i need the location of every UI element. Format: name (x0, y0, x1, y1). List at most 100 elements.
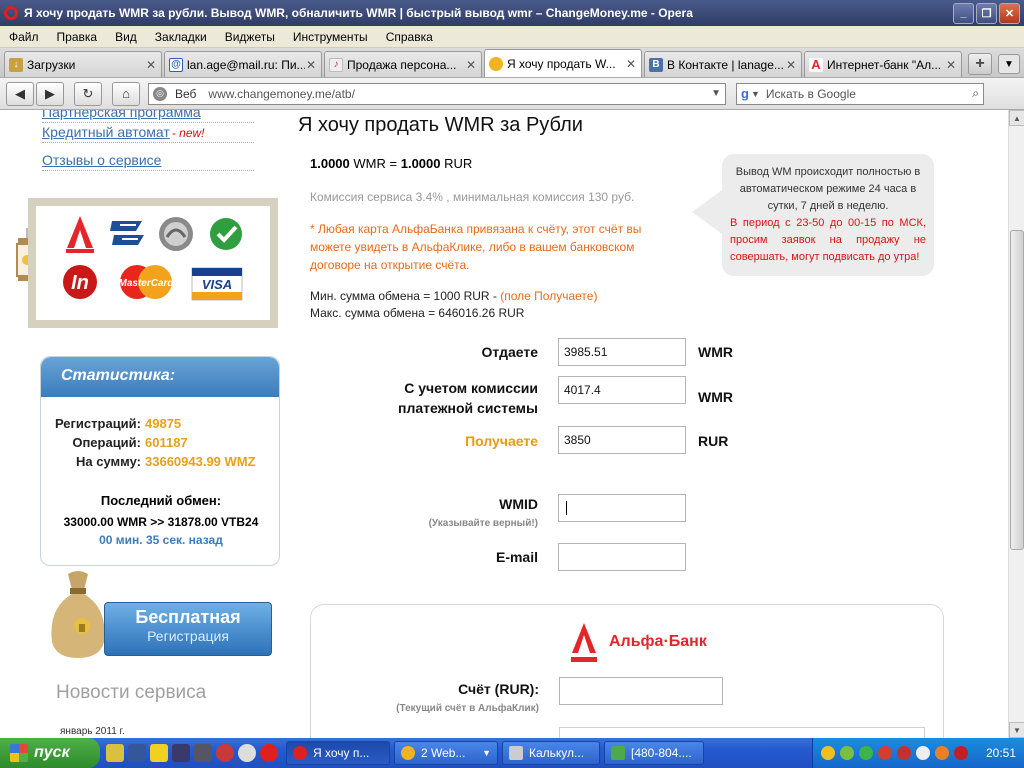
give-amount-input[interactable] (558, 338, 686, 366)
quicklaunch-app-icon[interactable] (150, 744, 168, 762)
menu-view[interactable]: Вид (106, 30, 146, 44)
sidebar-link-label[interactable]: Кредитный автомат (42, 124, 170, 140)
page-scrollbar[interactable]: ▲ ▼ (1008, 110, 1024, 738)
registration-sub-label: Регистрация (147, 628, 229, 644)
menu-tools[interactable]: Инструменты (284, 30, 377, 44)
tab-alfa-bank[interactable]: A Интернет-банк "Ал... ✕ (804, 51, 962, 77)
bubble-warning: В период с 23-50 до 00-15 по МСК, просим… (730, 217, 926, 263)
tray-app-icon[interactable] (821, 746, 835, 760)
tray-app-icon[interactable] (916, 746, 930, 760)
get-label: Получаете (465, 433, 538, 449)
tab-list-icon[interactable]: ▼ (998, 54, 1020, 74)
quicklaunch-app-icon[interactable] (106, 744, 124, 762)
chevron-down-icon[interactable]: ▼ (751, 89, 760, 99)
menu-widgets[interactable]: Виджеты (216, 30, 284, 44)
start-label: пуск (34, 744, 70, 761)
quicklaunch-app-icon[interactable] (216, 744, 234, 762)
svg-text:MasterCard: MasterCard (118, 278, 174, 289)
tray-app-icon[interactable] (935, 746, 949, 760)
taskbar-button-editor[interactable]: [480-804.... (604, 741, 704, 765)
close-tab-icon[interactable]: ✕ (945, 58, 957, 72)
max-amount: Макс. сумма обмена = 646016.26 RUR (310, 306, 525, 320)
vtb24-logo-icon[interactable] (104, 214, 148, 254)
rate-left-amount: 1.0000 (310, 156, 350, 171)
google-icon[interactable]: g (741, 86, 749, 101)
alfa-bank-logo-icon[interactable] (58, 214, 102, 254)
maximize-button[interactable]: ❐ (976, 2, 997, 24)
tray-app-icon[interactable] (840, 746, 854, 760)
scroll-thumb[interactable] (1010, 230, 1024, 550)
tray-app-icon[interactable] (859, 746, 873, 760)
scroll-down-icon[interactable]: ▼ (1009, 722, 1024, 738)
quicklaunch-app-icon[interactable] (128, 744, 146, 762)
menu-file[interactable]: Файл (0, 30, 48, 44)
close-tab-icon[interactable]: ✕ (785, 58, 797, 72)
intesa-logo-icon[interactable]: In (58, 262, 102, 302)
sidebar-link-credit[interactable]: Кредитный автомат - new! (42, 124, 254, 143)
statistics-title: Статистика: (41, 357, 279, 397)
clock[interactable]: 20:51 (986, 746, 1016, 760)
menu-bookmarks[interactable]: Закладки (146, 30, 216, 44)
taskbar-button-opera[interactable]: Я хочу п... (286, 741, 390, 765)
new-tab-button[interactable]: + (968, 53, 992, 75)
taskbar-button-calculator[interactable]: Калькул... (502, 741, 600, 765)
web-group-icon (401, 746, 415, 760)
minimize-button[interactable]: _ (953, 2, 974, 24)
search-icon[interactable]: ⌕ (972, 86, 979, 101)
search-placeholder[interactable]: Искать в Google (766, 87, 972, 101)
tab-label: lan.age@mail.ru: Пи... (187, 57, 305, 72)
tray-app-icon[interactable] (878, 746, 892, 760)
windows-flag-icon (10, 744, 28, 762)
alfa-a-icon (571, 623, 597, 662)
email-input[interactable] (558, 543, 686, 571)
tab-downloads[interactable]: ↓ Загрузки ✕ (4, 51, 162, 77)
sidebar-link-partial[interactable]: Партнерская программа (42, 110, 254, 123)
back-icon[interactable]: ◀ (6, 81, 34, 106)
tray-app-icon[interactable] (954, 746, 968, 760)
fee-amount-input[interactable] (558, 376, 686, 404)
address-field[interactable]: ◎ Веб www.changemoney.me/atb/ ▼ (148, 82, 726, 105)
close-tab-icon[interactable]: ✕ (145, 58, 157, 72)
tab-sale[interactable]: ♪ Продажа персона... ✕ (324, 51, 482, 77)
russian-standard-logo-icon[interactable] (154, 214, 198, 254)
rate-left-currency: WMR (353, 156, 386, 171)
statistics-panel: Статистика: Регистраций: 49875 Операций:… (40, 356, 280, 566)
sidebar-link-label[interactable]: Отзывы о сервисе (42, 152, 161, 168)
scroll-up-icon[interactable]: ▲ (1009, 110, 1024, 126)
reload-icon[interactable]: ↻ (74, 81, 102, 106)
close-button[interactable]: ✕ (999, 2, 1020, 24)
svg-text:VISA: VISA (202, 277, 232, 292)
sberbank-logo-icon[interactable] (204, 214, 248, 254)
search-field[interactable]: g ▼ Искать в Google ⌕ (736, 82, 984, 105)
menu-edit[interactable]: Правка (48, 30, 107, 44)
get-amount-input[interactable] (558, 426, 686, 454)
quicklaunch-app-icon[interactable] (194, 744, 212, 762)
tab-mail[interactable]: @ lan.age@mail.ru: Пи... ✕ (164, 51, 322, 77)
menu-help[interactable]: Справка (377, 30, 442, 44)
forward-icon[interactable]: ▶ (36, 81, 64, 106)
opera-quicklaunch-icon[interactable] (260, 744, 278, 762)
home-icon[interactable]: ⌂ (112, 81, 140, 106)
taskbar-button-web[interactable]: 2 Web... ▼ (394, 741, 498, 765)
close-tab-icon[interactable]: ✕ (625, 57, 637, 71)
free-registration-button[interactable]: Бесплатная Регистрация (104, 602, 272, 656)
next-field-box[interactable] (559, 727, 925, 738)
tab-changemoney[interactable]: Я хочу продать W... ✕ (484, 49, 642, 77)
start-button[interactable]: пуск (0, 738, 100, 768)
tab-vkontakte[interactable]: B В Контакте | lanage... ✕ (644, 51, 802, 77)
close-tab-icon[interactable]: ✕ (465, 58, 477, 72)
title-bar: Я хочу продать WMR за рубли. Вывод WMR, … (0, 0, 1024, 26)
tray-app-icon[interactable] (897, 746, 911, 760)
sidebar-link-reviews[interactable]: Отзывы о сервисе (42, 152, 254, 171)
mastercard-logo-icon[interactable]: MasterCard (114, 262, 178, 302)
chevron-down-icon[interactable]: ▼ (711, 88, 721, 99)
url-text[interactable]: www.changemoney.me/atb/ (208, 87, 711, 101)
sidebar-link-label[interactable]: Партнерская программа (42, 110, 201, 120)
download-icon: ↓ (9, 57, 23, 72)
quicklaunch-app-icon[interactable] (172, 744, 190, 762)
quicklaunch-app-icon[interactable] (238, 744, 256, 762)
visa-logo-icon[interactable]: VISA (190, 264, 244, 304)
close-tab-icon[interactable]: ✕ (305, 58, 317, 72)
account-input[interactable] (559, 677, 723, 705)
wmid-input[interactable] (558, 494, 686, 522)
